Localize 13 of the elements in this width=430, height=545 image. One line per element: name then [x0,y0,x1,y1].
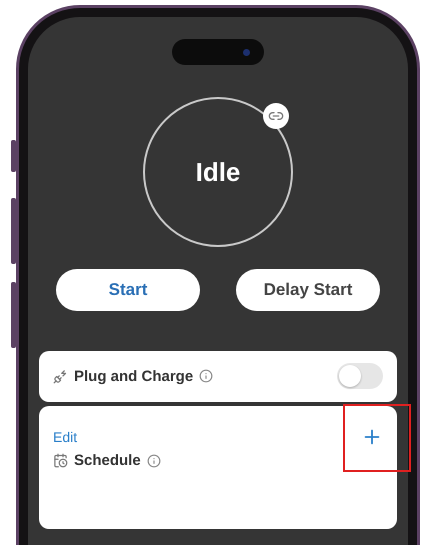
link-icon[interactable] [263,103,289,129]
info-icon[interactable] [199,369,214,383]
highlight-frame [343,404,411,472]
start-button[interactable]: Start [56,269,200,311]
schedule-label: Schedule [74,452,141,469]
status-label: Idle [196,156,240,188]
edit-link[interactable]: Edit [53,429,78,445]
plug-charge-toggle[interactable] [337,363,383,389]
delay-start-button[interactable]: Delay Start [236,269,380,311]
plug-icon [53,368,68,384]
plug-charge-label: Plug and Charge [74,368,194,384]
calendar-icon [53,453,68,468]
info-icon[interactable] [146,454,161,468]
